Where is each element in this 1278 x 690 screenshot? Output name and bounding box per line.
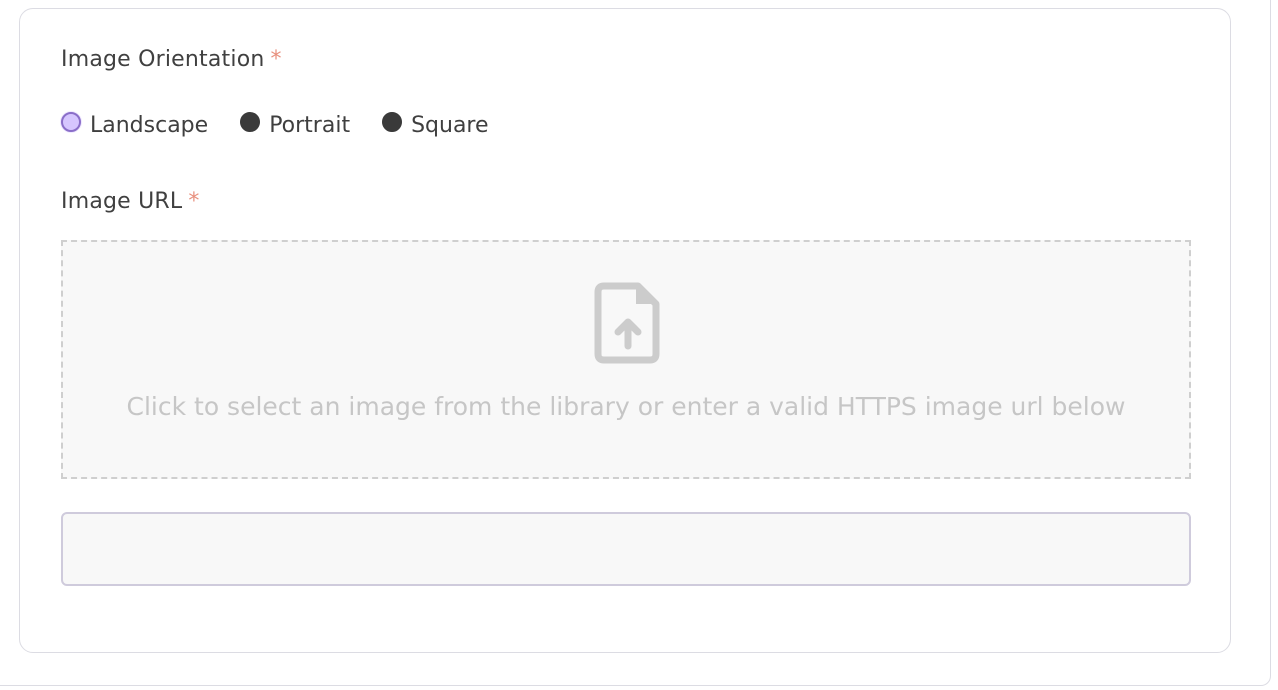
radio-portrait-indicator[interactable] — [240, 112, 261, 132]
radio-square[interactable]: Square — [382, 112, 489, 138]
radio-portrait-label: Portrait — [269, 112, 351, 138]
form-card: Image Orientation * Landscape Portrait Sq… — [19, 8, 1231, 653]
radio-landscape-label: Landscape — [90, 112, 209, 138]
image-url-label-text: Image URL — [61, 189, 183, 214]
required-asterisk: * — [188, 189, 200, 214]
radio-landscape[interactable]: Landscape — [61, 112, 209, 138]
dropzone-instructions: Click to select an image from the librar… — [126, 392, 1126, 421]
orientation-radio-group: Landscape Portrait Square — [61, 104, 521, 146]
image-url-label: Image URL * — [61, 189, 200, 214]
image-url-input[interactable] — [61, 512, 1191, 586]
radio-square-label: Square — [411, 112, 489, 138]
radio-landscape-indicator[interactable] — [61, 112, 81, 132]
required-asterisk: * — [270, 47, 282, 72]
image-orientation-label: Image Orientation * — [61, 47, 282, 72]
radio-square-indicator[interactable] — [382, 112, 403, 132]
file-upload-icon — [594, 282, 660, 364]
image-orientation-label-text: Image Orientation — [61, 47, 265, 72]
image-dropzone[interactable]: Click to select an image from the librar… — [61, 240, 1191, 479]
radio-portrait[interactable]: Portrait — [240, 112, 351, 138]
